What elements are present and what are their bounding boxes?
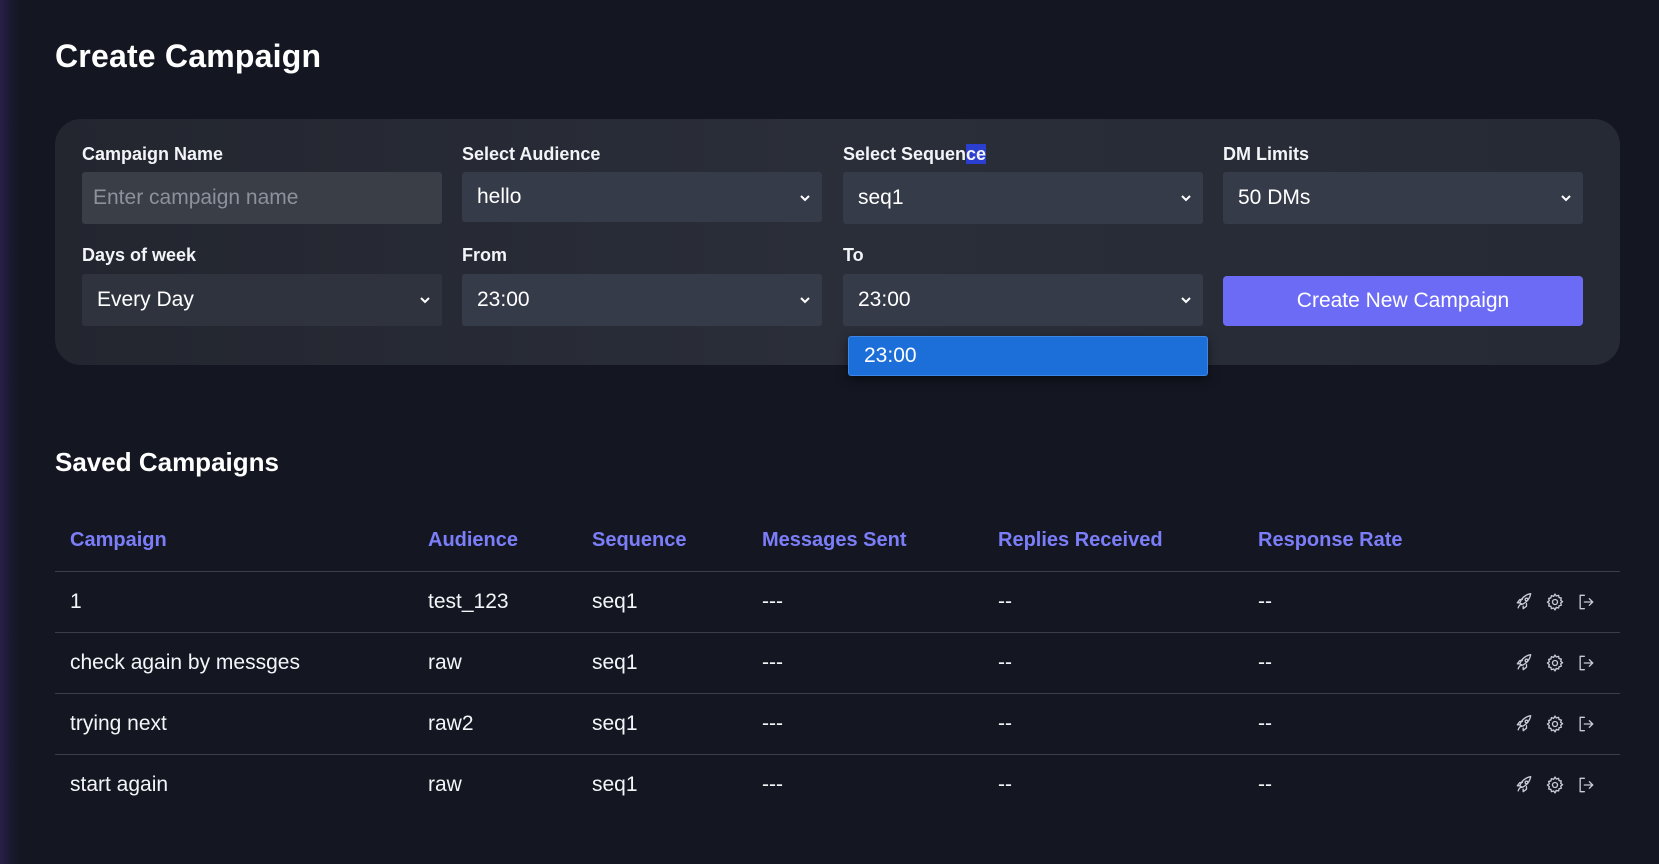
- rocket-icon[interactable]: [1514, 714, 1534, 734]
- sequence-label: Select Sequence: [843, 144, 987, 165]
- to-label: To: [843, 245, 864, 265]
- left-edge-glow: [0, 0, 20, 864]
- campaign-cell: 1: [55, 571, 413, 633]
- chevron-down-icon: [800, 297, 810, 304]
- campaign-cell: check again by messges: [55, 632, 413, 694]
- messages-sent-cell: ---: [747, 632, 983, 694]
- to-select-value: 23:00: [858, 288, 911, 311]
- row-actions: [1468, 714, 1620, 734]
- sequence-cell: seq1: [577, 632, 747, 694]
- days-select[interactable]: Every Day: [82, 274, 442, 326]
- campaign-name-label: Campaign Name: [82, 144, 224, 164]
- audience-select-value: hello: [477, 185, 522, 208]
- saved-campaigns-title: Saved Campaigns: [55, 447, 279, 477]
- table-row[interactable]: check again by messges raw seq1 --- -- -…: [55, 632, 1620, 694]
- column-header-actions: [1453, 510, 1620, 572]
- rocket-icon[interactable]: [1514, 775, 1534, 795]
- sequence-cell: seq1: [592, 772, 638, 796]
- replies-received-cell: --: [983, 693, 1243, 755]
- response-rate-cell: --: [1243, 693, 1453, 755]
- days-label: Days of week: [82, 245, 197, 265]
- campaign-cell: start again: [70, 772, 169, 796]
- actions-cell: [1453, 693, 1620, 755]
- response-rate-cell: --: [1243, 571, 1453, 633]
- actions-cell: [1453, 632, 1620, 694]
- gear-icon[interactable]: [1545, 592, 1565, 612]
- to-dropdown-option-label: 23:00: [864, 344, 917, 367]
- campaign-name-placeholder: Enter campaign name: [93, 186, 299, 209]
- days-select-value: Every Day: [97, 288, 194, 311]
- logout-icon[interactable]: [1576, 592, 1596, 612]
- actions-cell: [1453, 571, 1620, 633]
- sequence-label-text: Select Sequen: [843, 144, 967, 164]
- chevron-down-icon: [800, 195, 810, 202]
- sequence-select-value: seq1: [858, 186, 904, 209]
- dm-limits-label: DM Limits: [1223, 144, 1310, 164]
- rocket-icon[interactable]: [1514, 653, 1534, 673]
- table-row[interactable]: start again raw seq1 --- -- --: [55, 754, 1620, 815]
- replies-received-cell: --: [983, 571, 1243, 633]
- to-dropdown-option[interactable]: 23:00: [848, 336, 1208, 376]
- audience-select[interactable]: hello: [462, 172, 822, 222]
- table-row[interactable]: trying next raw2 seq1 --- -- --: [55, 693, 1620, 755]
- gear-icon[interactable]: [1545, 714, 1565, 734]
- audience-cell: raw: [428, 772, 462, 796]
- to-select[interactable]: 23:00: [843, 274, 1203, 326]
- messages-sent-cell: ---: [762, 772, 783, 796]
- gear-icon[interactable]: [1545, 775, 1565, 795]
- campaign-name-input[interactable]: Enter campaign name: [82, 172, 442, 224]
- table-header-row: Campaign Audience Sequence Messages Sent…: [55, 510, 1620, 572]
- audience-cell: raw2: [413, 693, 577, 755]
- chevron-down-icon: [1181, 195, 1191, 202]
- create-campaign-button[interactable]: Create New Campaign: [1223, 276, 1583, 326]
- response-rate-cell: --: [1243, 632, 1453, 694]
- campaigns-table: Campaign Audience Sequence Messages Sent…: [55, 510, 1620, 815]
- actions-cell: [1453, 754, 1620, 815]
- logout-icon[interactable]: [1576, 714, 1596, 734]
- row-actions: [1468, 775, 1620, 795]
- column-header-audience[interactable]: Audience: [413, 510, 577, 572]
- logout-icon[interactable]: [1576, 775, 1596, 795]
- dm-limits-select[interactable]: 50 DMs: [1223, 172, 1583, 224]
- row-actions: [1468, 592, 1620, 612]
- column-header-sequence[interactable]: Sequence: [577, 510, 747, 572]
- sequence-select[interactable]: seq1: [843, 172, 1203, 224]
- table-row[interactable]: 1 test_123 seq1 --- -- --: [55, 571, 1620, 633]
- column-header-replies-received[interactable]: Replies Received: [983, 510, 1243, 572]
- gear-icon[interactable]: [1545, 653, 1565, 673]
- response-rate-cell: --: [1258, 772, 1272, 796]
- from-select-value: 23:00: [477, 288, 530, 311]
- column-header-response-rate[interactable]: Response Rate: [1243, 510, 1453, 572]
- replies-received-cell: --: [998, 772, 1012, 796]
- from-label: From: [462, 245, 507, 265]
- sequence-cell: seq1: [577, 571, 747, 633]
- audience-cell: test_123: [413, 571, 577, 633]
- rocket-icon[interactable]: [1514, 592, 1534, 612]
- sequence-label-selection: ce: [966, 144, 987, 164]
- row-actions: [1468, 653, 1620, 673]
- column-header-messages-sent[interactable]: Messages Sent: [747, 510, 983, 572]
- chevron-down-icon: [1181, 297, 1191, 304]
- chevron-down-icon: [1561, 195, 1571, 202]
- audience-label: Select Audience: [462, 144, 601, 164]
- column-header-campaign[interactable]: Campaign: [55, 510, 413, 572]
- dm-limits-select-value: 50 DMs: [1238, 186, 1311, 209]
- audience-cell: raw: [413, 632, 577, 694]
- chevron-down-icon: [420, 297, 430, 304]
- sequence-cell: seq1: [577, 693, 747, 755]
- from-select[interactable]: 23:00: [462, 274, 822, 326]
- messages-sent-cell: ---: [747, 571, 983, 633]
- messages-sent-cell: ---: [747, 693, 983, 755]
- replies-received-cell: --: [983, 632, 1243, 694]
- logout-icon[interactable]: [1576, 653, 1596, 673]
- campaign-form-panel: Campaign Name Enter campaign name Select…: [55, 119, 1620, 365]
- campaign-cell: trying next: [55, 693, 413, 755]
- page-title: Create Campaign: [55, 38, 322, 74]
